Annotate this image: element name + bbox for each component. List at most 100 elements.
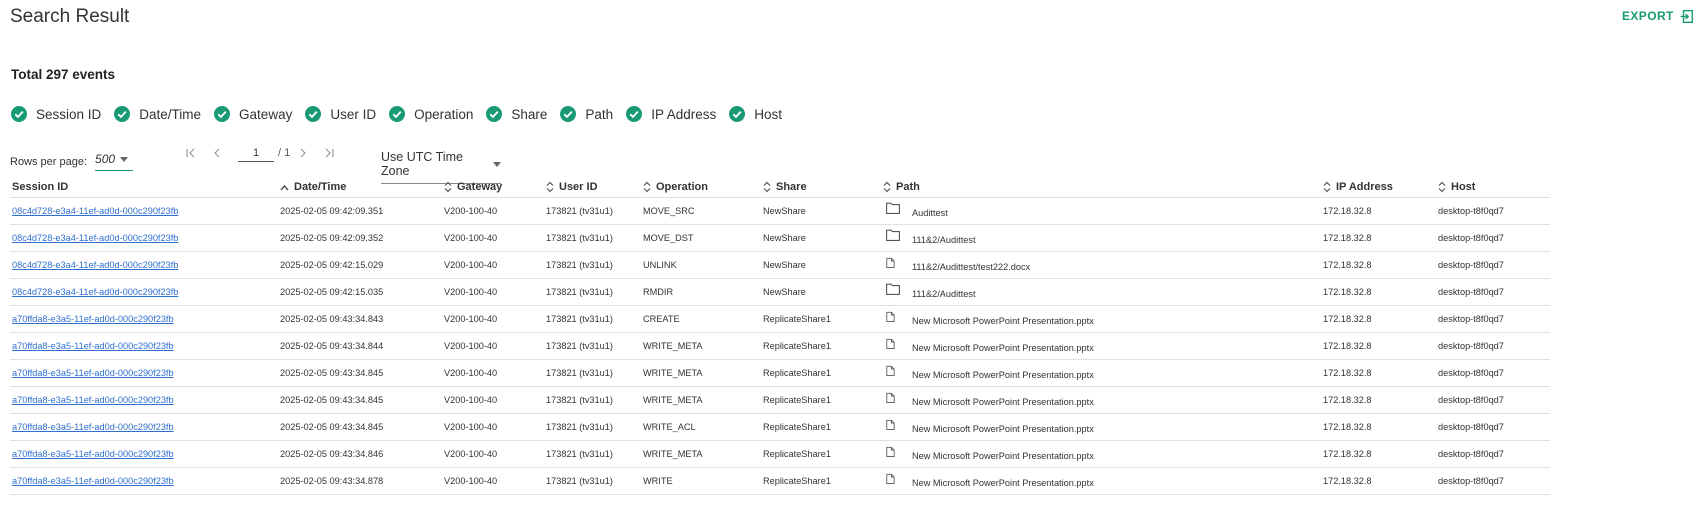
sort-icon (643, 181, 651, 193)
file-icon (886, 446, 895, 457)
last-page-button[interactable] (316, 144, 342, 162)
user-id-cell: 173821 (tv31u1) (546, 278, 643, 306)
check-circle-icon (486, 106, 503, 122)
user-id-cell: 173821 (tv31u1) (546, 359, 643, 387)
table-row[interactable]: 08c4d728-e3a4-11ef-ad0d-000c290f23fb 2025… (10, 197, 1550, 225)
session-id-link[interactable]: a70ffda8-e3a5-11ef-ad0d-000c290f23fb (12, 314, 174, 324)
session-id-link[interactable]: a70ffda8-e3a5-11ef-ad0d-000c290f23fb (12, 422, 174, 432)
path-text: New Microsoft PowerPoint Presentation.pp… (912, 316, 1094, 326)
session-id-link[interactable]: a70ffda8-e3a5-11ef-ad0d-000c290f23fb (12, 368, 174, 378)
host-cell: desktop-t8f0qd7 (1438, 386, 1550, 414)
path-cell: New Microsoft PowerPoint Presentation.pp… (883, 440, 1323, 468)
user-id-cell: 173821 (tv31u1) (546, 440, 643, 468)
ip-address-cell: 172.18.32.8 (1323, 197, 1438, 225)
ip-address-cell: 172.18.32.8 (1323, 332, 1438, 360)
filter-chip-operation[interactable]: Operation (389, 106, 473, 122)
pagination-controls: / 1 (178, 144, 342, 162)
filter-chip-date-time[interactable]: Date/Time (114, 106, 201, 122)
session-id-link[interactable]: 08c4d728-e3a4-11ef-ad0d-000c290f23fb (12, 233, 178, 243)
timezone-label: Use UTC Time Zone (381, 150, 463, 178)
first-page-icon (186, 148, 195, 158)
column-header-date-time[interactable]: Date/Time (280, 177, 444, 198)
export-button[interactable]: EXPORT (1622, 9, 1693, 23)
table-row[interactable]: 08c4d728-e3a4-11ef-ad0d-000c290f23fb 2025… (10, 224, 1550, 252)
host-cell: desktop-t8f0qd7 (1438, 359, 1550, 387)
check-circle-icon (729, 106, 746, 122)
ip-address-cell: 172.18.32.8 (1323, 467, 1438, 495)
session-id-cell: a70ffda8-e3a5-11ef-ad0d-000c290f23fb (10, 386, 280, 414)
next-page-button[interactable] (290, 144, 316, 162)
gateway-cell: V200-100-40 (444, 224, 546, 252)
table-row[interactable]: a70ffda8-e3a5-11ef-ad0d-000c290f23fb 2025… (10, 413, 1550, 441)
filter-chip-label: Host (754, 106, 783, 122)
operation-cell: WRITE_META (643, 332, 763, 360)
table-row[interactable]: a70ffda8-e3a5-11ef-ad0d-000c290f23fb 2025… (10, 467, 1550, 495)
table-row[interactable]: a70ffda8-e3a5-11ef-ad0d-000c290f23fb 2025… (10, 305, 1550, 333)
filter-chip-label: User ID (330, 106, 377, 122)
filter-chip-host[interactable]: Host (729, 106, 782, 122)
user-id-cell: 173821 (tv31u1) (546, 413, 643, 441)
table-row[interactable]: 08c4d728-e3a4-11ef-ad0d-000c290f23fb 2025… (10, 278, 1550, 306)
date-time-cell: 2025-02-05 09:43:34.845 (280, 386, 444, 414)
page-number-input[interactable] (238, 144, 274, 162)
share-cell: ReplicateShare1 (763, 305, 883, 333)
filter-chip-share[interactable]: Share (486, 106, 547, 122)
folder-icon (886, 202, 900, 214)
date-time-cell: 2025-02-05 09:43:34.845 (280, 359, 444, 387)
session-id-link[interactable]: a70ffda8-e3a5-11ef-ad0d-000c290f23fb (12, 341, 174, 351)
folder-icon (886, 283, 900, 295)
date-time-cell: 2025-02-05 09:42:15.029 (280, 251, 444, 279)
column-header-session-id[interactable]: Session ID (10, 177, 280, 198)
total-events-count: Total 297 events (11, 67, 116, 82)
first-page-button[interactable] (178, 144, 204, 162)
sort-icon (1438, 181, 1446, 193)
check-circle-icon (626, 106, 643, 122)
column-header-host[interactable]: Host (1438, 177, 1550, 198)
sort-icon (883, 181, 891, 193)
share-cell: ReplicateShare1 (763, 467, 883, 495)
session-id-link[interactable]: a70ffda8-e3a5-11ef-ad0d-000c290f23fb (12, 449, 174, 459)
column-header-path[interactable]: Path (883, 177, 1323, 198)
user-id-cell: 173821 (tv31u1) (546, 251, 643, 279)
previous-page-button[interactable] (204, 144, 230, 162)
table-row[interactable]: a70ffda8-e3a5-11ef-ad0d-000c290f23fb 2025… (10, 386, 1550, 414)
session-id-link[interactable]: 08c4d728-e3a4-11ef-ad0d-000c290f23fb (12, 206, 178, 216)
column-header-share[interactable]: Share (763, 177, 883, 198)
column-header-gateway[interactable]: Gateway (444, 177, 546, 198)
rows-per-page-select[interactable]: 500 (95, 152, 134, 171)
column-header-operation[interactable]: Operation (643, 177, 763, 198)
ip-address-cell: 172.18.32.8 (1323, 278, 1438, 306)
rows-per-page: Rows per page: 500 (10, 152, 134, 171)
gateway-cell: V200-100-40 (444, 413, 546, 441)
filter-chip-path[interactable]: Path (560, 106, 613, 122)
ip-address-cell: 172.18.32.8 (1323, 386, 1438, 414)
path-text: New Microsoft PowerPoint Presentation.pp… (912, 478, 1094, 488)
date-time-cell: 2025-02-05 09:42:15.035 (280, 278, 444, 306)
session-id-link[interactable]: a70ffda8-e3a5-11ef-ad0d-000c290f23fb (12, 476, 174, 486)
filter-chip-ip-address[interactable]: IP Address (626, 106, 716, 122)
table-row[interactable]: a70ffda8-e3a5-11ef-ad0d-000c290f23fb 2025… (10, 359, 1550, 387)
date-time-cell: 2025-02-05 09:43:34.845 (280, 413, 444, 441)
column-header-user-id[interactable]: User ID (546, 177, 643, 198)
filter-chip-gateway[interactable]: Gateway (214, 106, 292, 122)
gateway-cell: V200-100-40 (444, 440, 546, 468)
chevron-right-icon (300, 148, 307, 158)
table-row[interactable]: a70ffda8-e3a5-11ef-ad0d-000c290f23fb 2025… (10, 440, 1550, 468)
session-id-link[interactable]: 08c4d728-e3a4-11ef-ad0d-000c290f23fb (12, 260, 178, 270)
page-title: Search Result (10, 6, 130, 27)
filter-chip-session-id[interactable]: Session ID (11, 106, 101, 122)
column-header-ip-address[interactable]: IP Address (1323, 177, 1438, 198)
table-row[interactable]: 08c4d728-e3a4-11ef-ad0d-000c290f23fb 2025… (10, 251, 1550, 279)
session-id-link[interactable]: 08c4d728-e3a4-11ef-ad0d-000c290f23fb (12, 287, 178, 297)
events-table: Session ID Date/Time Gateway User ID Ope… (10, 177, 1550, 495)
table-row[interactable]: a70ffda8-e3a5-11ef-ad0d-000c290f23fb 2025… (10, 332, 1550, 360)
ip-address-cell: 172.18.32.8 (1323, 251, 1438, 279)
filter-chip-user-id[interactable]: User ID (305, 106, 376, 122)
date-time-cell: 2025-02-05 09:42:09.351 (280, 197, 444, 225)
date-time-cell: 2025-02-05 09:43:34.844 (280, 332, 444, 360)
path-text: 111&2/Audittest (912, 289, 976, 299)
filter-chip-label: Session ID (36, 106, 102, 122)
file-icon (886, 473, 895, 484)
check-circle-icon (560, 106, 577, 122)
session-id-link[interactable]: a70ffda8-e3a5-11ef-ad0d-000c290f23fb (12, 395, 174, 405)
